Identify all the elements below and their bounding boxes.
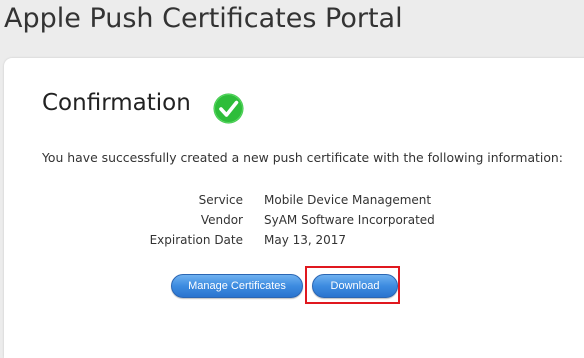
page-title: Apple Push Certificates Portal: [4, 3, 403, 34]
confirmation-message: You have successfully created a new push…: [42, 150, 563, 165]
portal-header: Apple Push Certificates Portal: [0, 0, 584, 58]
manage-certificates-button[interactable]: Manage Certificates: [171, 274, 303, 298]
detail-row-service: Service Mobile Device Management: [0, 193, 584, 211]
detail-row-expiration: Expiration Date May 13, 2017: [0, 233, 584, 251]
detail-value: SyAM Software Incorporated: [264, 213, 435, 227]
detail-label: Expiration Date: [149, 233, 243, 247]
detail-row-vendor: Vendor SyAM Software Incorporated: [0, 213, 584, 231]
check-circle-icon: [213, 93, 244, 124]
highlight-box: [305, 266, 400, 304]
detail-value: May 13, 2017: [264, 233, 347, 247]
confirmation-heading: Confirmation: [42, 90, 191, 116]
detail-label: Service: [198, 193, 243, 207]
detail-label: Vendor: [200, 213, 243, 227]
detail-value: Mobile Device Management: [264, 193, 432, 207]
